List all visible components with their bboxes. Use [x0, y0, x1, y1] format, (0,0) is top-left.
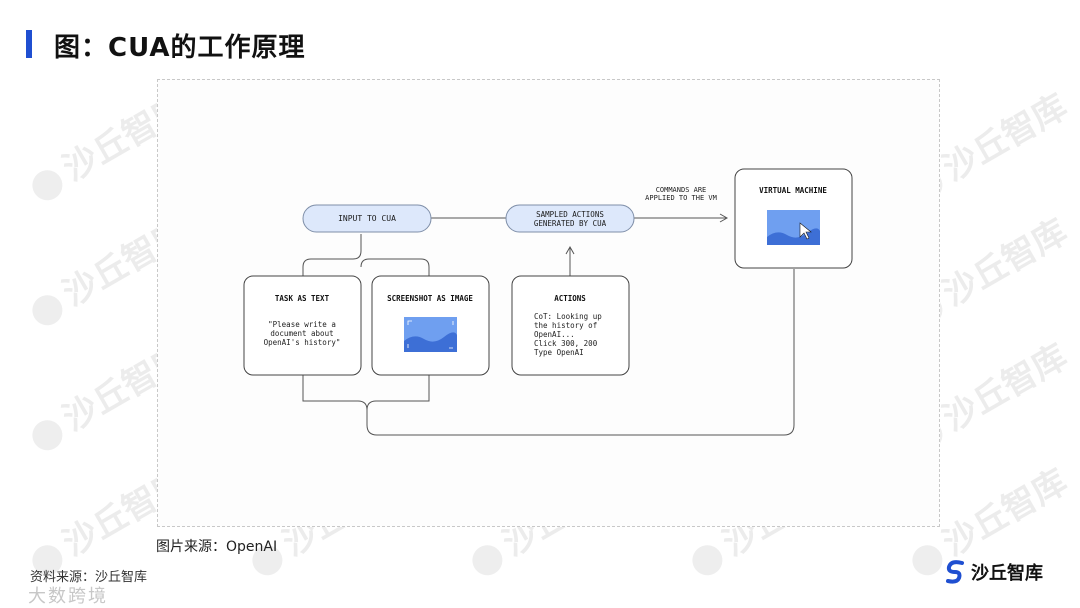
task-title: TASK AS TEXT [275, 294, 330, 303]
input-to-cua-label: INPUT TO CUA [338, 214, 396, 223]
watermark-logo-icon [466, 539, 508, 581]
brand-logo: 沙丘智库 [945, 558, 1043, 586]
task-quote-3: OpenAI's history" [264, 338, 341, 347]
actions-line-4: Click 300, 200 [534, 339, 598, 348]
actions-line-5: Type OpenAI [534, 348, 584, 357]
title-accent-bar [26, 30, 32, 58]
page-title: 图：CUA的工作原理 [54, 33, 306, 63]
vm-title: VIRTUAL MACHINE [759, 186, 827, 195]
screenshot-title: SCREENSHOT AS IMAGE [387, 294, 473, 303]
task-quote-1: "Please write a [268, 320, 336, 329]
watermark-logo-icon [26, 414, 68, 456]
commands-label-2: APPLIED TO THE VM [645, 194, 717, 202]
actions-line-1: CoT: Looking up [534, 312, 602, 321]
watermark-logo-icon [26, 164, 68, 206]
commands-label-1: COMMANDS ARE [656, 186, 707, 194]
sampled-actions-label-1: SAMPLED ACTIONS [536, 210, 604, 219]
bracket-to-input [302, 234, 430, 276]
brand-icon [946, 560, 964, 584]
sampled-actions-label-2: GENERATED BY CUA [534, 219, 607, 228]
screenshot-image-icon [404, 317, 457, 352]
actions-line-3: OpenAI... [534, 330, 575, 339]
watermark-logo-icon [906, 539, 948, 581]
image-source: 图片来源：OpenAI [156, 539, 278, 555]
vm-screen-icon [767, 210, 820, 245]
brand-name: 沙丘智库 [971, 563, 1043, 584]
actions-title: ACTIONS [554, 294, 586, 303]
watermark-logo-icon [686, 539, 728, 581]
task-quote-2: document about [270, 329, 333, 338]
actions-line-2: the history of [534, 321, 597, 330]
cua-diagram: INPUT TO CUA SAMPLED ACTIONS GENERATED B… [243, 168, 853, 436]
watermark-logo-icon [26, 289, 68, 331]
footer-watermark-text: 大数跨境 [28, 586, 108, 607]
